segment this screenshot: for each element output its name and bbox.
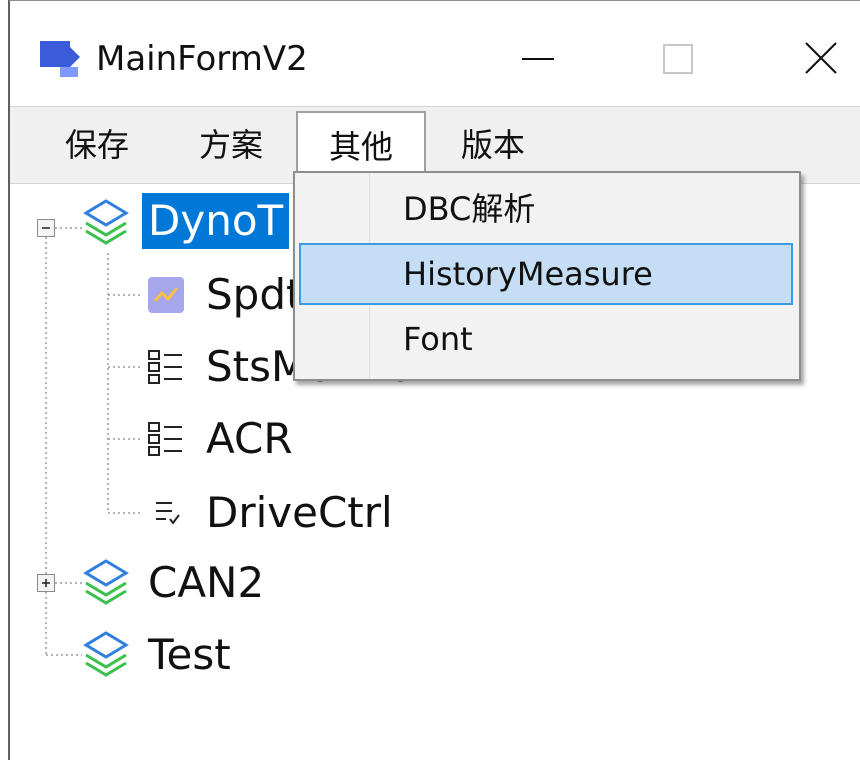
tree-node-spdt[interactable]: Spdt	[206, 267, 302, 323]
menu-plan[interactable]: 方案	[176, 111, 286, 179]
list-icon	[148, 422, 182, 456]
tree-node-test[interactable]: Test	[148, 627, 231, 683]
chart-icon	[148, 277, 184, 313]
layers-icon	[83, 199, 129, 245]
close-icon	[805, 42, 837, 74]
other-dropdown-menu: DBC解析 HistoryMeasure Font	[293, 171, 801, 381]
maximize-button[interactable]	[638, 27, 718, 91]
minimize-icon	[522, 58, 554, 60]
expander-minus[interactable]	[37, 219, 55, 237]
title-bar[interactable]: MainFormV2	[10, 1, 860, 105]
minimize-button[interactable]	[498, 27, 578, 91]
app-icon	[40, 41, 80, 77]
maximize-icon	[663, 44, 693, 74]
menu-save[interactable]: 保存	[42, 111, 152, 179]
menu-item-dbc-parse[interactable]: DBC解析	[299, 179, 793, 241]
list-check-icon	[156, 502, 180, 525]
tree-node-acr[interactable]: ACR	[206, 411, 293, 467]
minus-icon	[42, 227, 50, 229]
plus-icon	[42, 579, 50, 587]
expander-plus[interactable]	[37, 574, 55, 592]
menu-version[interactable]: 版本	[438, 111, 548, 179]
close-button[interactable]	[782, 27, 860, 91]
tree-node-dyno[interactable]: DynoT	[140, 192, 291, 250]
window-title: MainFormV2	[96, 39, 308, 79]
tree-node-drivectrl[interactable]: DriveCtrl	[206, 485, 393, 541]
tree-node-can2[interactable]: CAN2	[148, 555, 264, 611]
layers-icon	[83, 559, 129, 605]
menu-item-history-measure[interactable]: HistoryMeasure	[299, 243, 793, 305]
menu-item-font[interactable]: Font	[299, 309, 793, 371]
list-icon	[148, 350, 182, 384]
layers-icon	[83, 631, 129, 677]
